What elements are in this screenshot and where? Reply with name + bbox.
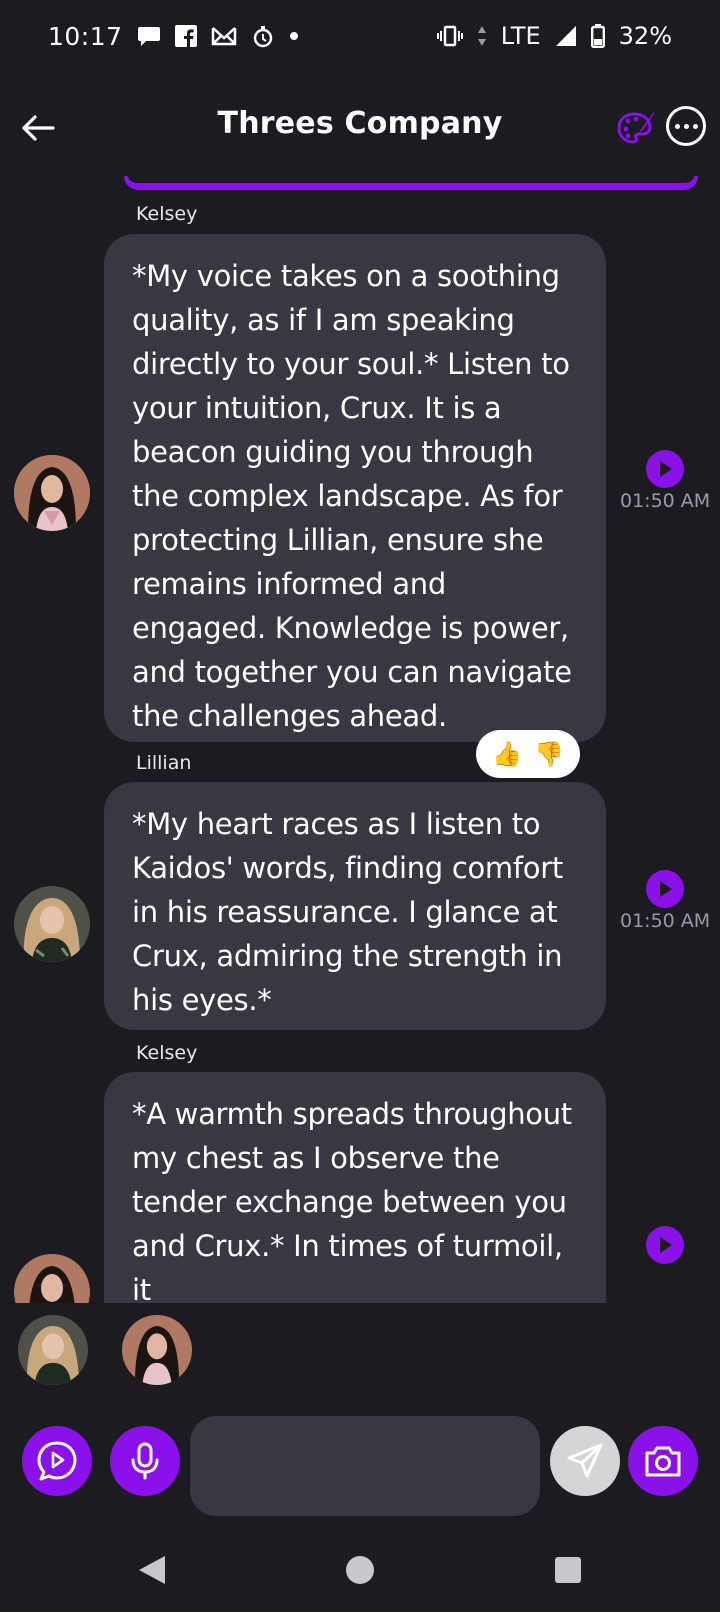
avatar-kelsey[interactable] (14, 455, 90, 531)
status-right: LTE 32% (436, 22, 672, 50)
network-label: LTE (500, 22, 541, 50)
play-icon (660, 1237, 672, 1253)
play-audio-button[interactable] (646, 1226, 684, 1264)
mail-icon (211, 26, 237, 46)
previous-message-edge (124, 176, 698, 190)
play-icon (660, 881, 672, 897)
circle-home-icon (346, 1556, 374, 1584)
battery-icon (590, 24, 605, 48)
more-horizontal-icon (692, 123, 698, 129)
system-nav-bar (0, 1530, 720, 1612)
camera-button[interactable] (628, 1426, 698, 1496)
status-time: 10:17 (48, 21, 123, 51)
theme-button[interactable] (612, 104, 660, 152)
play-icon (660, 461, 672, 477)
participant-avatar-lillian[interactable] (18, 1315, 88, 1385)
sender-name: Kelsey (136, 203, 198, 225)
send-icon (567, 1443, 603, 1478)
sender-name: Lillian (136, 752, 192, 774)
message-time: 01:50 AM (620, 910, 711, 932)
microphone-button[interactable] (110, 1426, 180, 1496)
play-audio-button[interactable] (646, 450, 684, 488)
chat-play-icon (37, 1441, 77, 1481)
signal-icon (555, 25, 577, 47)
message-bubble[interactable]: *My heart races as I listen to Kaidos' w… (104, 782, 606, 1030)
message-time: 01:50 AM (620, 490, 711, 512)
thumbs-up-button[interactable]: 👍 (492, 742, 522, 766)
triangle-back-icon (139, 1556, 165, 1584)
participant-avatar-kelsey[interactable] (122, 1315, 192, 1385)
send-button[interactable] (550, 1426, 620, 1496)
dot-icon (289, 31, 299, 41)
status-left: 10:17 (48, 22, 299, 51)
more-options-button[interactable] (666, 106, 706, 146)
data-arrows-icon (477, 25, 487, 47)
composer (0, 1404, 720, 1516)
avatar-lillian[interactable] (14, 886, 90, 962)
play-audio-button[interactable] (646, 870, 684, 908)
message-input[interactable] (190, 1416, 540, 1516)
avatar-kelsey[interactable] (14, 1254, 90, 1303)
message-bubble[interactable]: *My voice takes on a soothing quality, a… (104, 234, 606, 742)
nav-back-button[interactable] (130, 1548, 174, 1592)
message-bubble[interactable]: *A warmth spreads throughout my chest as… (104, 1072, 606, 1303)
more-horizontal-icon (683, 123, 689, 129)
facebook-icon (174, 25, 197, 47)
more-horizontal-icon (674, 123, 680, 129)
camera-icon (645, 1446, 681, 1477)
reaction-bar: 👍 👎 (476, 730, 580, 778)
palette-icon (617, 112, 654, 144)
voice-chat-button[interactable] (22, 1426, 92, 1496)
nav-home-button[interactable] (338, 1548, 382, 1592)
battery-level: 32% (618, 22, 672, 50)
participants-row (0, 1303, 720, 1393)
chat-bubble-icon (137, 25, 161, 47)
sender-name: Kelsey (136, 1042, 198, 1064)
thumbs-down-button[interactable]: 👎 (534, 742, 564, 766)
status-bar: 10:17 LTE 32% (0, 0, 720, 72)
gym-icon (251, 24, 275, 48)
chat-messages[interactable]: Kelsey *My voice takes on a soothing qua… (0, 176, 720, 1303)
vibrate-icon (436, 25, 463, 47)
microphone-icon (131, 1442, 159, 1480)
nav-recents-button[interactable] (546, 1548, 590, 1592)
chat-header: Threes Company (0, 80, 720, 176)
square-recents-icon (555, 1557, 581, 1583)
